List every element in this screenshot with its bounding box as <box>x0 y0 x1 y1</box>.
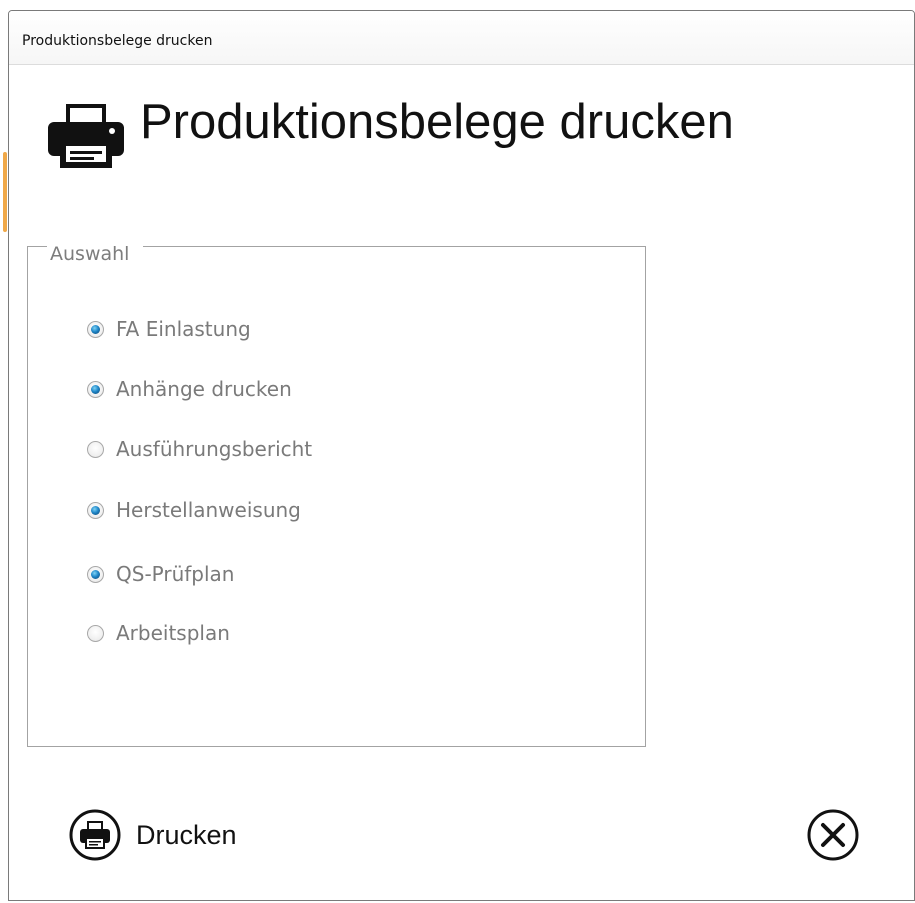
print-button-label: Drucken <box>136 819 237 850</box>
option-label: Herstellanweisung <box>116 498 301 522</box>
radio-button[interactable] <box>87 624 104 642</box>
option-ausfuehrungsbericht[interactable]: Ausführungsbericht <box>87 436 312 462</box>
groupbox-legend: Auswahl <box>47 242 144 266</box>
radio-button[interactable] <box>87 440 104 458</box>
radio-checked-dot <box>91 505 100 515</box>
printer-icon <box>48 104 124 168</box>
option-arbeitsplan[interactable]: Arbeitsplan <box>87 620 230 646</box>
option-herstellanweisung[interactable]: Herstellanweisung <box>87 497 301 523</box>
radio-checked-dot <box>91 569 100 579</box>
dialog-heading: Produktionsbelege drucken <box>140 95 734 149</box>
print-button[interactable]: Drucken <box>68 808 237 862</box>
window-title: Produktionsbelege drucken <box>22 33 213 49</box>
option-label: QS-Prüfplan <box>116 562 235 586</box>
option-label: Anhänge drucken <box>116 377 292 401</box>
radio-checked-dot <box>91 324 100 334</box>
radio-button[interactable] <box>87 380 104 398</box>
left-accent-bar <box>3 152 7 232</box>
option-anhaenge-drucken[interactable]: Anhänge drucken <box>87 376 292 402</box>
printer-circle-icon <box>69 809 121 861</box>
radio-button[interactable] <box>87 501 104 519</box>
title-bar[interactable]: Produktionsbelege drucken <box>9 11 914 65</box>
radio-checked-dot <box>91 384 100 394</box>
radio-button[interactable] <box>87 565 104 583</box>
option-label: FA Einlastung <box>116 317 251 341</box>
option-qs-pruefplan[interactable]: QS-Prüfplan <box>87 561 235 587</box>
option-label: Ausführungsbericht <box>116 437 313 461</box>
radio-button[interactable] <box>87 320 104 338</box>
option-label: Arbeitsplan <box>116 621 230 645</box>
option-fa-einlastung[interactable]: FA Einlastung <box>87 316 251 342</box>
close-circle-icon[interactable] <box>806 808 860 862</box>
